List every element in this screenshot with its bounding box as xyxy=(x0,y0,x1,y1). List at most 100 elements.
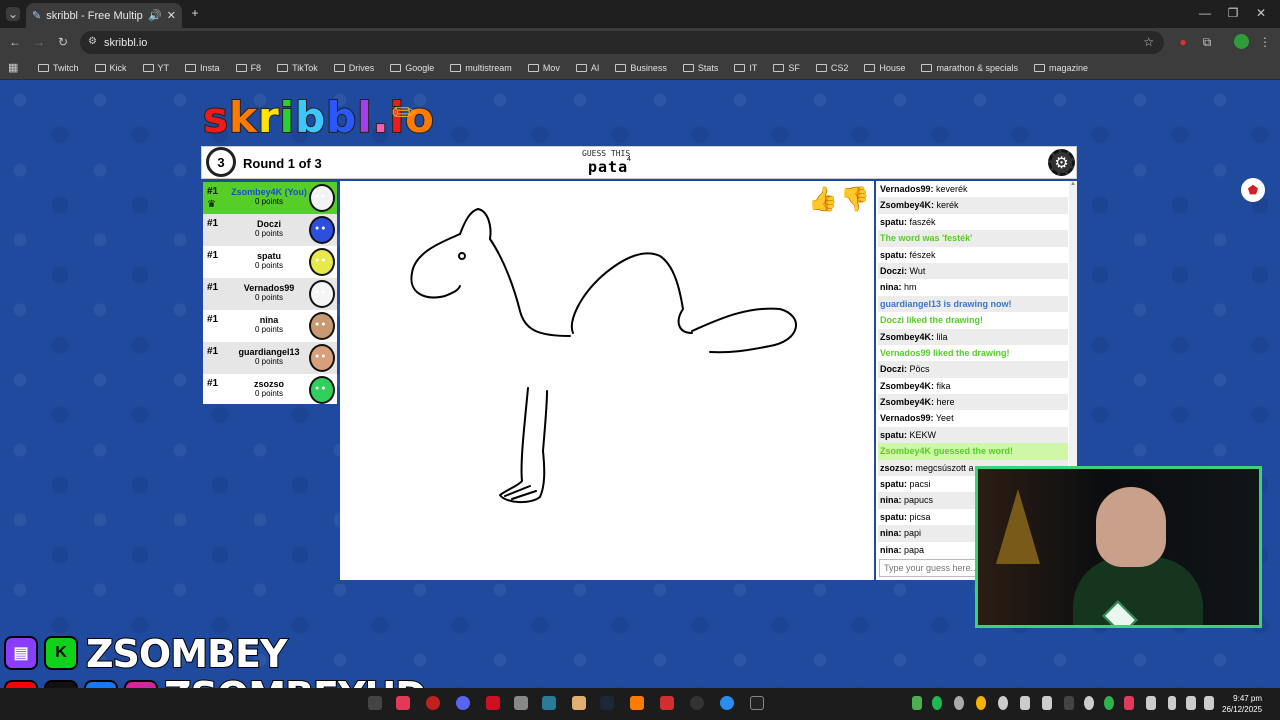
microphone-icon[interactable] xyxy=(1168,696,1176,710)
tray-icon[interactable] xyxy=(1042,696,1052,710)
new-tab-icon[interactable]: + xyxy=(188,6,202,20)
drawing-canvas[interactable] xyxy=(340,181,874,580)
bookmark-18[interactable]: magazine xyxy=(1033,62,1089,73)
audio-icon[interactable]: 🔊 xyxy=(148,9,162,22)
player-row[interactable]: #1 Vernados99 0 points ●● xyxy=(203,278,337,310)
bookmark-12[interactable]: Stats xyxy=(682,63,718,73)
tray-icon[interactable] xyxy=(912,696,922,710)
chat-text: papa xyxy=(904,544,925,555)
folder-icon xyxy=(921,63,933,72)
bookmark-star-icon[interactable]: ☆ xyxy=(1143,35,1154,49)
close-window-icon[interactable]: ✕ xyxy=(1254,6,1268,20)
network-icon[interactable] xyxy=(1186,696,1196,710)
bookmark-14[interactable]: SF xyxy=(773,63,800,73)
bookmark-8[interactable]: multistream xyxy=(450,63,512,73)
pdf-icon[interactable]: ⬟ xyxy=(1241,178,1265,202)
tray-icon[interactable] xyxy=(1104,696,1114,710)
chat-system-text: The word was 'festék' xyxy=(880,233,973,244)
bookmark-7[interactable]: Google xyxy=(390,63,434,73)
tray-icon[interactable] xyxy=(1146,696,1156,710)
taskbar-app-icon[interactable] xyxy=(750,696,764,710)
chat-author: Zsombey4K: xyxy=(880,380,935,391)
settings-gear-icon[interactable]: ⚙ xyxy=(1048,149,1075,176)
profile-avatar[interactable] xyxy=(1234,34,1249,49)
menu-icon[interactable]: ⋮ xyxy=(1258,35,1272,49)
chat-message: Zsombey4K: here xyxy=(878,394,1068,411)
extension-icon[interactable]: ● xyxy=(1176,35,1190,49)
chat-message: nina: hm xyxy=(878,279,1068,295)
player-row[interactable]: #1 nina 0 points ●● xyxy=(203,310,337,342)
taskbar-app-icon[interactable] xyxy=(572,696,586,710)
reload-icon[interactable]: ↻ xyxy=(56,35,70,49)
bookmark-1[interactable]: Kick xyxy=(94,63,127,73)
browser-tab[interactable]: ✎ skribbl - Free Multiplayer D 🔊 ✕ xyxy=(26,3,182,28)
maximize-icon[interactable]: ❐ xyxy=(1226,6,1240,20)
chat-author: Doczi: xyxy=(880,364,907,375)
chat-author: spatu: xyxy=(880,429,907,440)
player-row[interactable]: #1 Zsombey4K (You) 0 points ♛ ●● xyxy=(203,182,337,214)
chat-text: Pöcs xyxy=(909,364,930,375)
player-rank: #1 xyxy=(207,378,219,389)
thumbs-down-icon[interactable]: 👎 xyxy=(840,185,870,214)
player-points: 0 points xyxy=(254,293,284,302)
tray-icon[interactable] xyxy=(1084,696,1094,710)
taskbar-app-icon[interactable] xyxy=(368,696,382,710)
player-points: 0 points xyxy=(254,389,284,398)
player-name: Doczi xyxy=(256,219,281,229)
chat-message: Vernados99: keverék xyxy=(878,181,1068,197)
avatar-eyes-icon: ●● xyxy=(315,353,328,360)
bookmark-15[interactable]: CS2 xyxy=(815,63,848,73)
discord-tray-icon[interactable] xyxy=(954,696,964,710)
apps-grid-icon[interactable]: ▦ xyxy=(8,61,18,74)
bookmark-5[interactable]: TikTok xyxy=(277,63,318,73)
spotify-tray-icon[interactable] xyxy=(932,696,942,710)
thumbs-up-icon[interactable]: 👍 xyxy=(808,185,838,214)
volume-icon[interactable] xyxy=(1204,696,1214,710)
bookmark-label: magazine xyxy=(1048,62,1089,73)
bookmark-16[interactable]: House xyxy=(864,63,905,73)
bookmark-4[interactable]: F8 xyxy=(235,63,261,73)
guess-this-label: GUESS THIS xyxy=(582,149,631,158)
taskbar-app-icon[interactable] xyxy=(426,696,440,710)
site-info-icon[interactable]: ⚙ xyxy=(88,36,97,47)
player-row[interactable]: #1 zsozso 0 points ●● xyxy=(203,374,337,406)
chrome-tray-icon[interactable] xyxy=(976,696,986,710)
tray-icon[interactable] xyxy=(1020,696,1030,710)
taskbar-app-icon[interactable] xyxy=(690,696,704,710)
player-row[interactable]: #1 spatu 0 points ●● xyxy=(203,246,337,278)
taskbar-app-icon[interactable] xyxy=(630,696,644,710)
taskbar-app-icon[interactable] xyxy=(542,696,556,710)
tab-close-icon[interactable]: ✕ xyxy=(167,9,176,22)
bookmark-0[interactable]: Twitch xyxy=(38,63,79,73)
bookmark-13[interactable]: IT xyxy=(734,63,757,73)
chat-text: fészek xyxy=(909,249,936,260)
minimize-icon[interactable]: — xyxy=(1198,6,1212,20)
forward-icon[interactable]: → xyxy=(32,35,46,49)
taskbar-clock[interactable]: 9:47 pm 26/12/2025 xyxy=(1222,693,1262,715)
bookmark-17[interactable]: marathon & specials xyxy=(921,63,1018,73)
player-row[interactable]: #1 Doczi 0 points ●● xyxy=(203,214,337,246)
tray-icon[interactable] xyxy=(1124,696,1134,710)
steam-tray-icon[interactable] xyxy=(998,696,1008,710)
bookmark-9[interactable]: Mov xyxy=(527,62,560,73)
tray-icon[interactable] xyxy=(1064,696,1074,710)
taskbar-app-icon[interactable] xyxy=(456,696,470,710)
bookmark-3[interactable]: Insta xyxy=(185,63,220,73)
taskbar-app-icon[interactable] xyxy=(514,696,528,710)
taskbar-app-icon[interactable] xyxy=(720,696,734,710)
bookmark-6[interactable]: Drives xyxy=(333,63,374,73)
bookmark-2[interactable]: YT xyxy=(142,63,169,73)
player-row[interactable]: #1 guardiangel13 0 points ●● xyxy=(203,342,337,374)
tab-search-icon[interactable]: ⌄ xyxy=(6,7,20,21)
address-bar[interactable]: ⚙ skribbl.io ☆ xyxy=(80,31,1164,54)
taskbar-app-icon[interactable] xyxy=(396,696,410,710)
bookmark-11[interactable]: Business xyxy=(615,63,667,73)
taskbar-app-icon[interactable] xyxy=(660,696,674,710)
extensions-puzzle-icon[interactable]: ⧉ xyxy=(1200,35,1214,49)
chat-system-text: Vernados99 liked the drawing! xyxy=(880,347,1010,358)
bookmark-label: Mov xyxy=(542,62,560,73)
taskbar-app-icon[interactable] xyxy=(486,696,500,710)
taskbar-app-icon[interactable] xyxy=(600,696,614,710)
bookmark-10[interactable]: AI xyxy=(575,63,599,73)
back-icon[interactable]: ← xyxy=(8,35,22,49)
